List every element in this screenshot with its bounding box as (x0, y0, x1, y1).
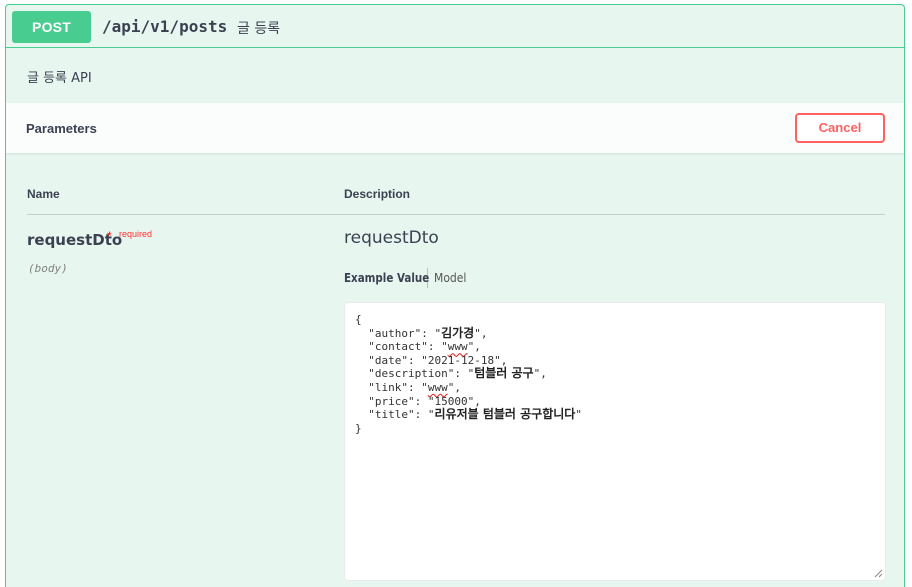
tab-separator (427, 268, 428, 288)
json-example: { "author": "김가경", "contact": "www", "da… (355, 313, 582, 435)
name-column-header: Name (27, 187, 60, 201)
opblock-summary[interactable]: POST /api/v1/posts 글 등록 (6, 5, 904, 48)
resize-handle-icon[interactable] (874, 569, 883, 578)
body-textarea[interactable]: { "author": "김가경", "contact": "www", "da… (344, 302, 886, 581)
operation-description: 글 등록 API (27, 71, 92, 86)
example-price: 15000 (434, 394, 468, 408)
example-author: 김가경 (441, 325, 475, 340)
example-contact: www (447, 340, 468, 354)
description-column-header: Description (344, 187, 411, 201)
method-badge: POST (12, 11, 91, 43)
example-description: 텀블러 공구 (474, 366, 534, 381)
parameters-title: Parameters (26, 121, 97, 136)
opblock-post: POST /api/v1/posts 글 등록 글 등록 API Paramet… (5, 4, 905, 587)
parameters-section-header: Parameters Cancel (6, 103, 904, 153)
example-date: 2021-12-18 (427, 353, 495, 367)
tab-example-value[interactable]: Example Value (344, 271, 429, 285)
example-title: 리유저블 텀블러 공구합니다 (434, 407, 576, 422)
example-link: www (427, 380, 448, 394)
cancel-button[interactable]: Cancel (795, 113, 885, 143)
required-asterisk: * (107, 229, 112, 243)
endpoint-path: /api/v1/posts (102, 17, 228, 36)
header-divider (27, 214, 885, 215)
parameter-type: requestDto (344, 228, 439, 248)
endpoint-summary: 글 등록 (237, 21, 281, 37)
parameter-location: (body) (28, 262, 68, 275)
tab-model[interactable]: Model (434, 271, 466, 285)
required-label: required (119, 229, 153, 239)
